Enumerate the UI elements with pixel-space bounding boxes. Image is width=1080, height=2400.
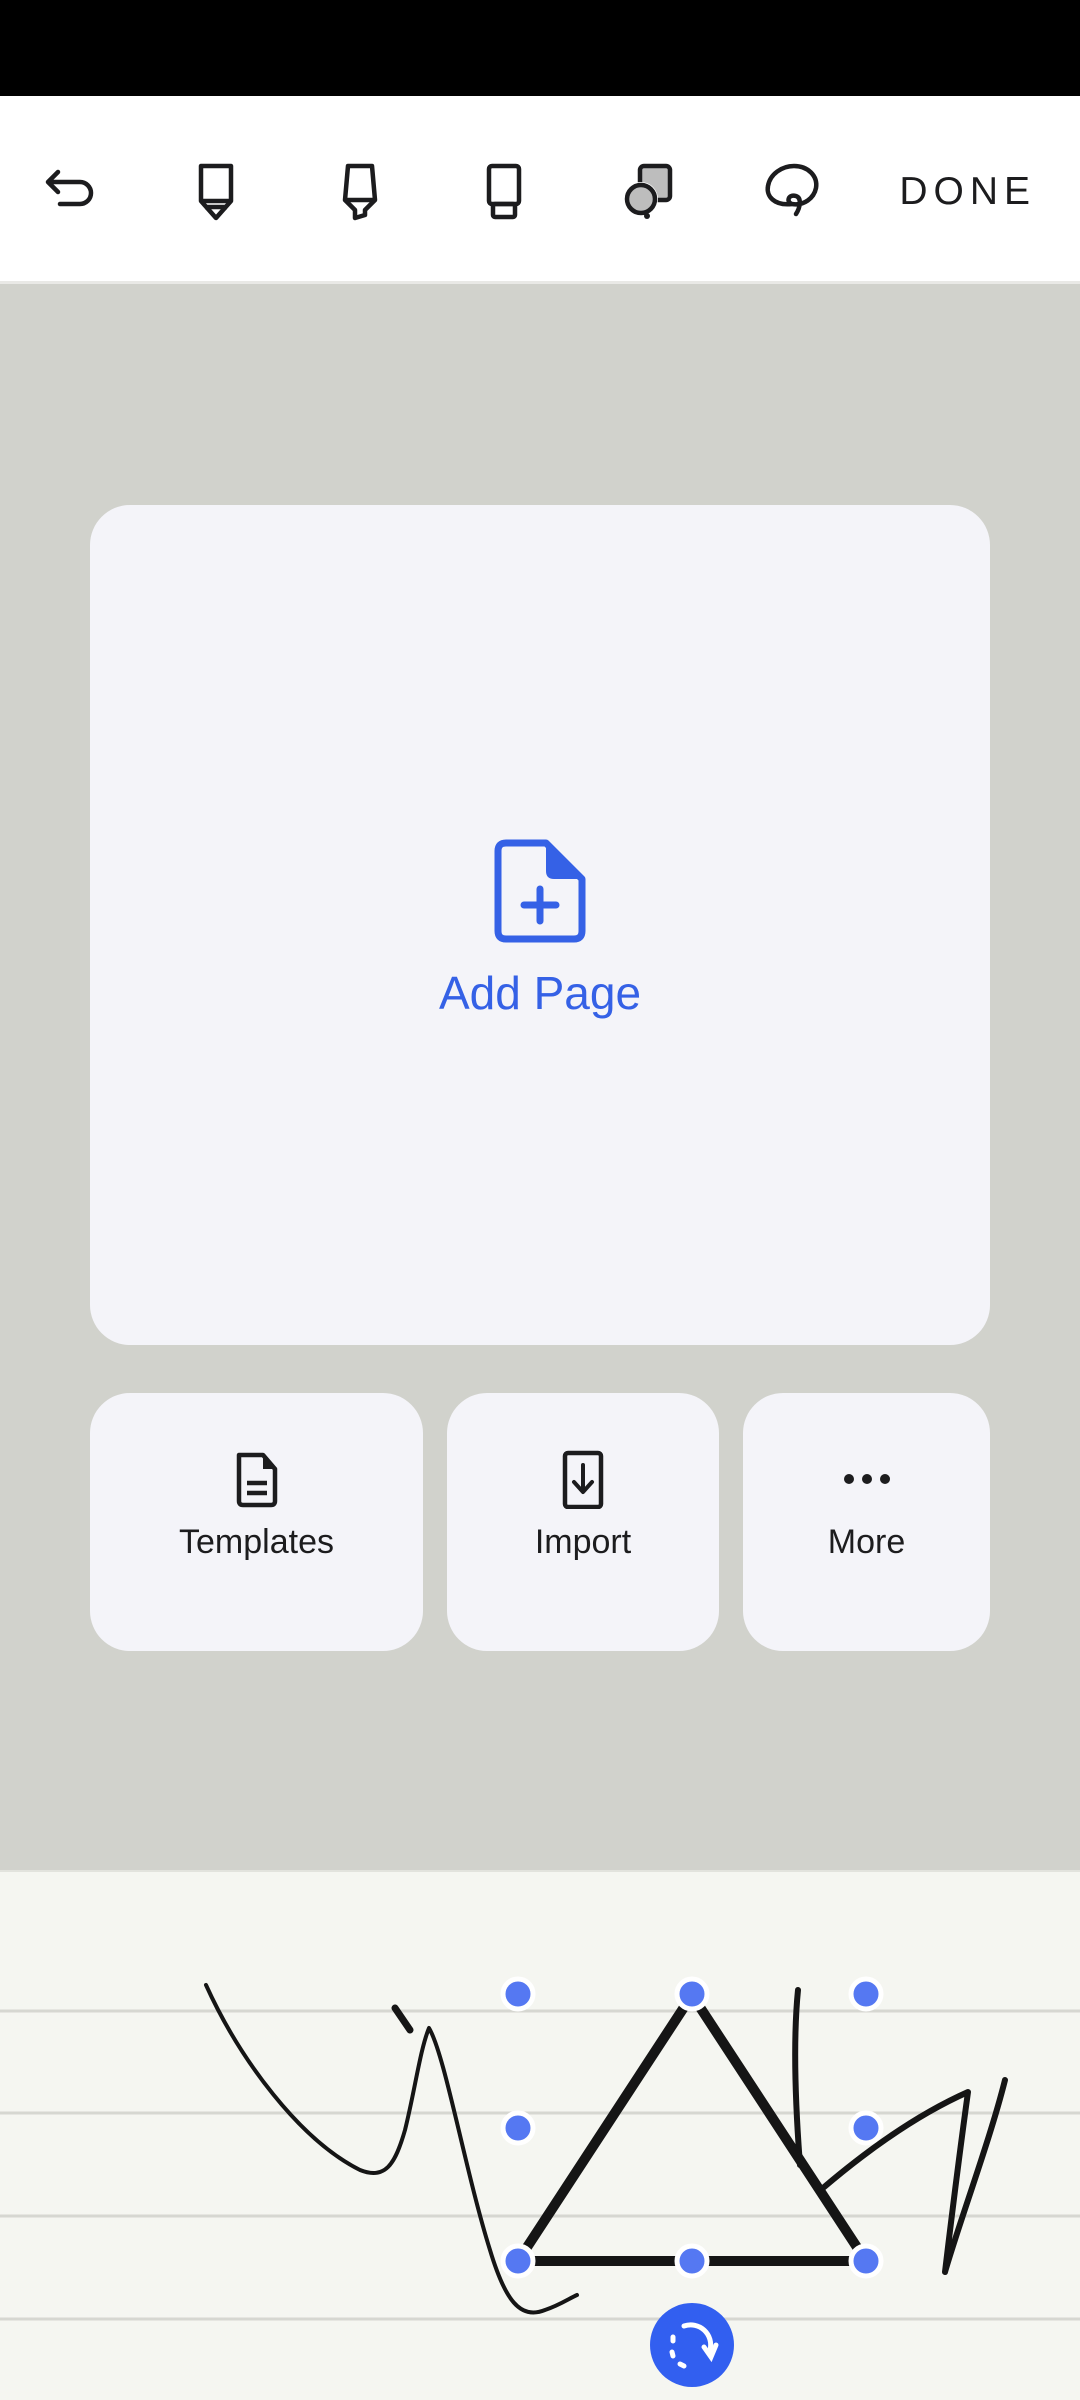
rotate-button[interactable] xyxy=(650,2303,734,2387)
ink-stroke xyxy=(792,1987,803,2168)
eraser-icon xyxy=(486,163,522,220)
templates-label: Templates xyxy=(179,1523,334,1561)
resize-handle-top-left[interactable] xyxy=(500,1976,536,2012)
import-button[interactable]: Import xyxy=(447,1393,719,1651)
file-plus-icon xyxy=(494,839,586,943)
pen-icon xyxy=(198,163,234,221)
resize-handle-top[interactable] xyxy=(674,1976,710,2012)
resize-handle-left[interactable] xyxy=(500,2110,536,2146)
done-button[interactable]: DONE xyxy=(899,164,1036,220)
more-label: More xyxy=(827,1523,906,1561)
templates-button[interactable]: Templates xyxy=(90,1393,423,1651)
add-page-label[interactable]: Add Page xyxy=(0,966,1080,1020)
more-button[interactable]: More xyxy=(743,1393,990,1651)
resize-handle-bottom-left[interactable] xyxy=(500,2243,536,2279)
ruled-lines xyxy=(0,2009,1080,2321)
resize-handle-right[interactable] xyxy=(848,2110,884,2146)
toolbar: DONE xyxy=(0,96,1080,284)
selection-handles xyxy=(500,1976,884,2279)
lasso-icon xyxy=(765,163,819,217)
undo-icon xyxy=(45,169,94,207)
drawing-canvas[interactable] xyxy=(0,1870,1080,2400)
import-label: Import xyxy=(534,1523,632,1561)
pen-tool-button[interactable] xyxy=(180,154,252,226)
resize-handle-top-right[interactable] xyxy=(848,1976,884,2012)
document-icon xyxy=(236,1452,277,1508)
import-icon xyxy=(562,1450,604,1509)
highlighter-icon xyxy=(342,163,378,221)
highlighter-tool-button[interactable] xyxy=(324,154,396,226)
shapes-icon xyxy=(624,163,673,219)
undo-button[interactable] xyxy=(36,154,108,226)
eraser-tool-button[interactable] xyxy=(468,154,540,226)
lasso-tool-button[interactable] xyxy=(756,154,828,226)
selected-triangle[interactable] xyxy=(513,1990,871,2266)
more-horizontal-icon xyxy=(843,1474,890,1484)
resize-handle-bottom[interactable] xyxy=(674,2243,710,2279)
status-bar xyxy=(0,0,1080,96)
shapes-tool-button[interactable] xyxy=(612,154,684,226)
resize-handle-bottom-right[interactable] xyxy=(848,2243,884,2279)
